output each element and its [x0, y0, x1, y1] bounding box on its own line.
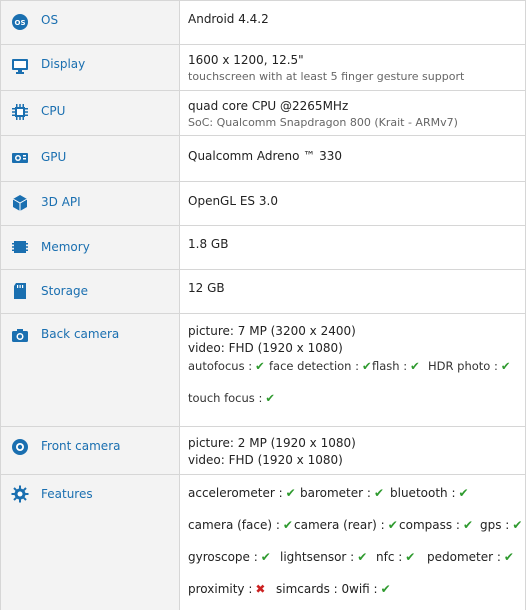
check-icon: ✔ — [260, 550, 271, 564]
check-icon: ✔ — [282, 518, 293, 532]
display-sub: touchscreen with at least 5 finger gestu… — [188, 70, 465, 83]
display-label: Display — [41, 57, 86, 71]
feature-camera-face: camera (face) : ✔ — [188, 518, 293, 532]
os-icon: OS — [11, 13, 29, 31]
gpu-value: Qualcomm Adreno ™ 330 — [188, 149, 343, 163]
sd-card-icon — [11, 282, 29, 300]
feature-face-detection: face detection : ✔ — [269, 359, 372, 373]
feature-bluetooth: bluetooth : ✔ — [390, 486, 469, 500]
spec-table: OS OS Android 4.4.2 Display 1600 x 1200,… — [0, 0, 526, 610]
feature-wifi: wifi : ✔ — [349, 582, 391, 596]
check-icon: ✔ — [462, 518, 474, 532]
feature-barometer: barometer : ✔ — [300, 486, 384, 500]
row-front-camera: Front camera picture: 2 MP (1920 x 1080)… — [0, 427, 526, 475]
svg-text:OS: OS — [15, 19, 26, 27]
back-camera-label: Back camera — [41, 327, 120, 341]
row-display: Display 1600 x 1200, 12.5" touchscreen w… — [0, 45, 526, 91]
check-icon: ✔ — [458, 486, 469, 500]
feature-autofocus: autofocus : ✔ — [188, 359, 265, 373]
feature-camera-rear: camera (rear) : ✔ — [294, 518, 398, 532]
feature-lightsensor: lightsensor : ✔ — [280, 550, 368, 564]
cpu-label: CPU — [41, 104, 66, 118]
feature-touch-focus: touch focus : ✔ — [188, 391, 275, 405]
cpu-sub: SoC: Qualcomm Snapdragon 800 (Krait - AR… — [188, 116, 458, 129]
feature-compass: compass : ✔ — [399, 518, 474, 532]
cube-icon — [11, 194, 29, 212]
feature-gyroscope: gyroscope : ✔ — [188, 550, 271, 564]
memory-label: Memory — [41, 240, 90, 254]
monitor-icon — [11, 57, 29, 75]
cpu-value: quad core CPU @2265MHz — [188, 99, 349, 113]
check-icon: ✔ — [380, 582, 391, 596]
row-cpu: CPU quad core CPU @2265MHz SoC: Qualcomm… — [0, 91, 526, 136]
check-icon: ✔ — [410, 359, 420, 373]
feature-pedometer: pedometer : ✔ — [427, 550, 514, 564]
row-gpu: GPU Qualcomm Adreno ™ 330 — [0, 136, 526, 182]
check-icon: ✔ — [512, 518, 523, 532]
check-icon: ✔ — [357, 550, 368, 564]
check-icon: ✔ — [265, 391, 275, 405]
check-icon: ✔ — [500, 359, 511, 373]
front-camera-video: video: FHD (1920 x 1080) — [188, 453, 343, 467]
cross-icon: ✖ — [255, 582, 266, 596]
row-3d-api: 3D API OpenGL ES 3.0 — [0, 182, 526, 226]
os-value: Android 4.4.2 — [188, 12, 269, 26]
feature-gps: gps : ✔ — [480, 518, 523, 532]
gear-icon — [11, 485, 29, 503]
feature-accelerometer: accelerometer : ✔ — [188, 486, 296, 500]
front-camera-picture: picture: 2 MP (1920 x 1080) — [188, 436, 356, 450]
check-icon: ✔ — [362, 359, 372, 373]
row-os: OS OS Android 4.4.2 — [0, 1, 526, 45]
feature-flash: flash : ✔ — [372, 359, 420, 373]
display-value: 1600 x 1200, 12.5" — [188, 53, 304, 67]
front-camera-label: Front camera — [41, 439, 121, 453]
features-label: Features — [41, 487, 93, 501]
back-camera-video: video: FHD (1920 x 1080) — [188, 341, 343, 355]
check-icon: ✔ — [373, 486, 384, 500]
feature-hdr-photo: HDR photo : ✔ — [428, 359, 511, 373]
row-memory: Memory 1.8 GB — [0, 226, 526, 270]
back-camera-picture: picture: 7 MP (3200 x 2400) — [188, 324, 356, 338]
storage-label: Storage — [41, 284, 88, 298]
cpu-icon — [11, 103, 29, 121]
feature-simcards: simcards : 0 — [276, 582, 350, 596]
gpu-icon — [11, 149, 29, 167]
check-icon: ✔ — [405, 550, 416, 564]
check-icon: ✔ — [503, 550, 514, 564]
feature-proximity: proximity : ✖ — [188, 582, 266, 596]
row-storage: Storage 12 GB — [0, 270, 526, 314]
check-icon: ✔ — [255, 359, 265, 373]
memory-icon — [11, 238, 29, 256]
gpu-label: GPU — [41, 150, 67, 164]
storage-value: 12 GB — [188, 281, 225, 295]
check-icon: ✔ — [285, 486, 296, 500]
3d-api-value: OpenGL ES 3.0 — [188, 194, 278, 208]
3d-api-label: 3D API — [41, 195, 81, 209]
front-camera-icon — [11, 438, 29, 456]
feature-nfc: nfc : ✔ — [376, 550, 416, 564]
camera-icon — [11, 326, 29, 344]
memory-value: 1.8 GB — [188, 237, 229, 251]
os-label: OS — [41, 13, 59, 27]
check-icon: ✔ — [387, 518, 398, 532]
row-back-camera: Back camera picture: 7 MP (3200 x 2400) … — [0, 314, 526, 427]
row-features: Features accelerometer : ✔ barometer : ✔ b… — [0, 475, 526, 610]
